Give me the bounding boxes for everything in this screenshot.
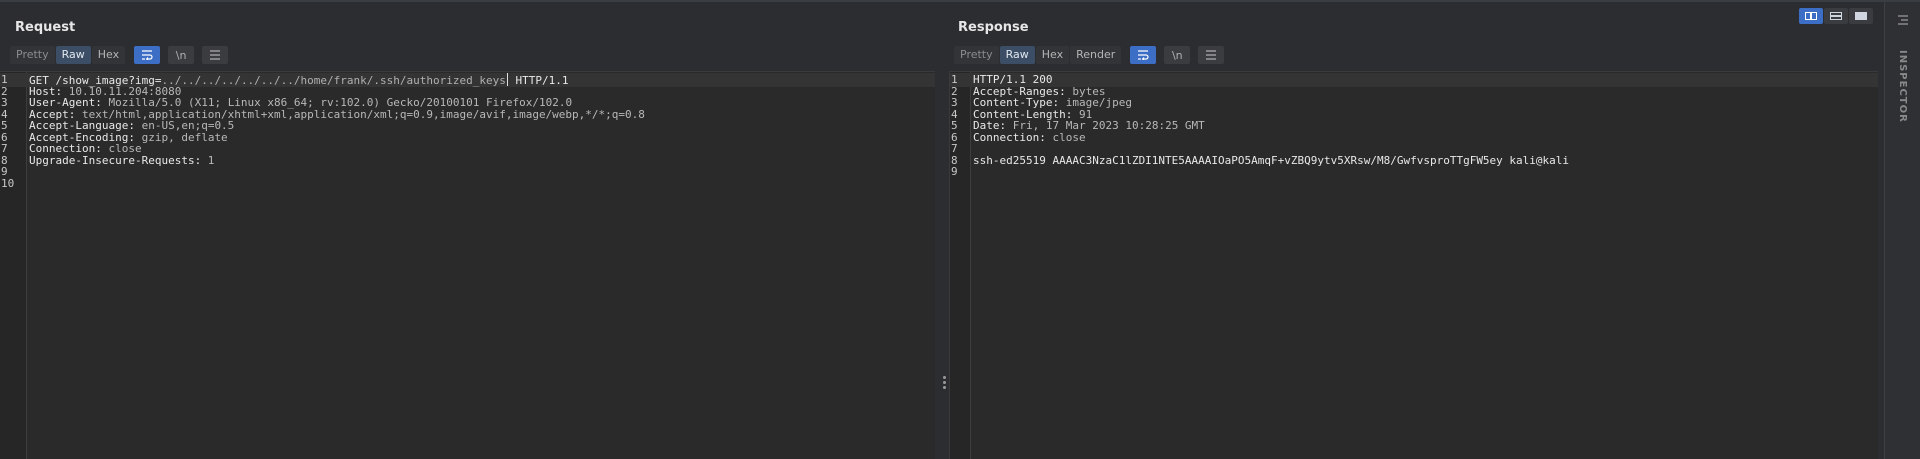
newline-toggle-button[interactable]: \n	[168, 46, 195, 64]
splitter-handle-icon[interactable]	[943, 376, 947, 391]
line-number: 10	[1, 176, 15, 190]
layout-side-by-side-icon[interactable]	[1799, 8, 1823, 24]
inspector-menu-icon[interactable]	[1897, 14, 1909, 28]
request-editor[interactable]: 1 GET /show_image?img=../../../../../../.…	[0, 71, 935, 459]
request-tab-pretty[interactable]: Pretty	[10, 46, 55, 64]
hamburger-menu-icon[interactable]	[202, 46, 229, 64]
request-title: Request	[15, 20, 76, 35]
request-pane: Request Pretty Raw Hex \n 1 GET /show_ima…	[0, 2, 935, 459]
inspector-label[interactable]: INSPECTOR	[1897, 50, 1908, 123]
layout-single-icon[interactable]	[1849, 8, 1873, 24]
request-tab-raw[interactable]: Raw	[55, 46, 91, 64]
response-tab-raw[interactable]: Raw	[999, 46, 1035, 64]
response-title: Response	[958, 20, 1029, 35]
wrap-lines-icon[interactable]	[134, 46, 161, 64]
layout-stacked-icon[interactable]	[1824, 8, 1848, 24]
layout-toggle-group	[1798, 8, 1873, 24]
response-toolbar: Pretty Raw Hex Render \n	[954, 46, 1225, 64]
request-tab-hex[interactable]: Hex	[91, 46, 126, 64]
response-pane: Response Pretty Raw Hex Render \n 1 HTTP/…	[949, 2, 1878, 459]
line-number: 9	[951, 165, 958, 178]
response-tab-pretty[interactable]: Pretty	[954, 46, 999, 64]
response-tab-hex[interactable]: Hex	[1035, 46, 1070, 64]
wrap-lines-icon[interactable]	[1130, 46, 1157, 64]
request-line: 10	[0, 177, 935, 191]
inspector-sidebar[interactable]: INSPECTOR	[1884, 2, 1920, 459]
newline-toggle-button[interactable]: \n	[1164, 46, 1191, 64]
request-toolbar: Pretty Raw Hex \n	[10, 46, 229, 64]
response-tab-render[interactable]: Render	[1070, 46, 1122, 64]
hamburger-menu-icon[interactable]	[1198, 46, 1225, 64]
response-line: 9	[950, 165, 1878, 179]
response-editor[interactable]: 1 HTTP/1.1 200 2 Accept-Ranges: bytes 3 Conte…	[949, 71, 1878, 459]
